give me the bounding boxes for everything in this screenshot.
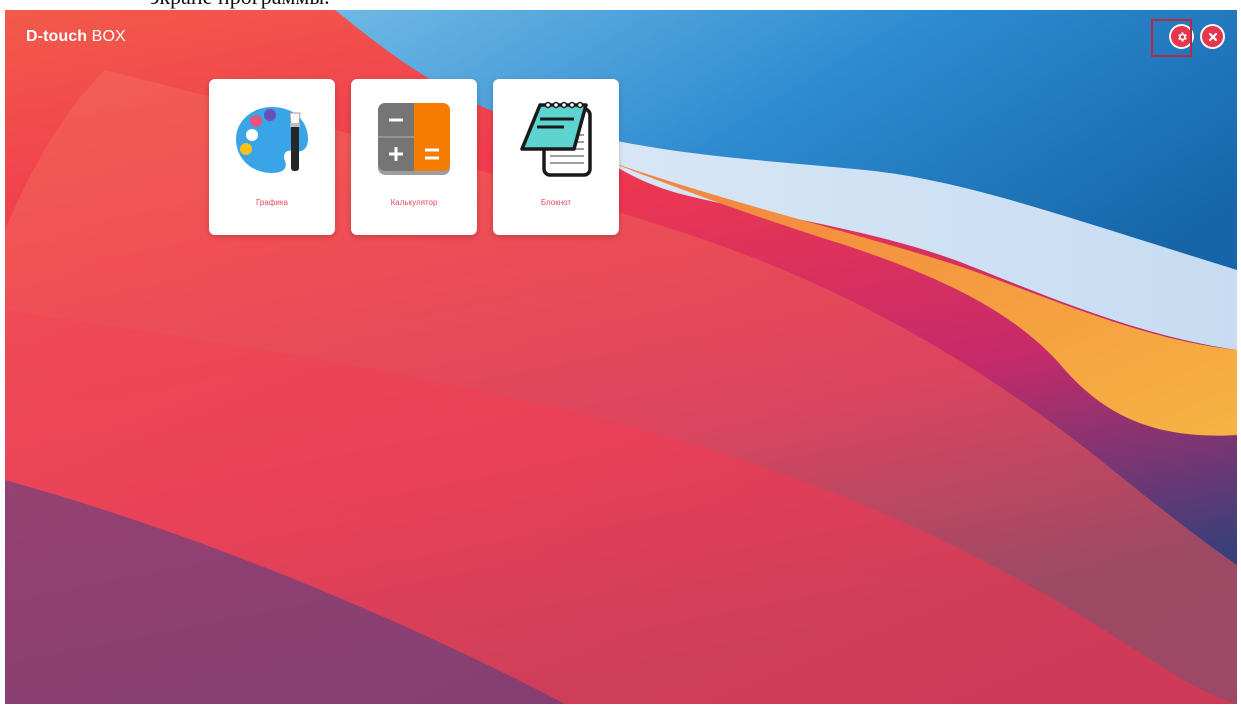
document-caption-fragment: экране программы. xyxy=(150,0,330,8)
gear-icon xyxy=(1177,32,1187,41)
settings-button[interactable] xyxy=(1169,24,1194,49)
top-action-bar xyxy=(1169,24,1225,49)
brand-name-bold: D-touch xyxy=(26,28,88,45)
tile-graphics[interactable]: Графика xyxy=(209,79,335,235)
calculator-icon xyxy=(378,103,450,175)
tile-notepad[interactable]: Блокнот xyxy=(493,79,619,235)
app-brand: D-touch BOX xyxy=(26,28,126,46)
app-tiles: Графика Калькулятор Блокнот xyxy=(209,79,619,235)
notepad-icon xyxy=(520,101,592,177)
close-button[interactable] xyxy=(1200,24,1225,49)
brand-name-light: BOX xyxy=(87,28,126,45)
wallpaper xyxy=(5,10,1237,704)
tile-label: Блокнот xyxy=(540,198,572,207)
tile-calculator[interactable]: Калькулятор xyxy=(351,79,477,235)
tile-label: Калькулятор xyxy=(390,198,438,207)
palette-icon xyxy=(236,107,308,173)
close-icon xyxy=(1208,32,1217,41)
desktop-screen: D-touch BOX Графика Калькулятор Блокнот xyxy=(5,10,1237,704)
tile-label: Графика xyxy=(256,198,288,207)
